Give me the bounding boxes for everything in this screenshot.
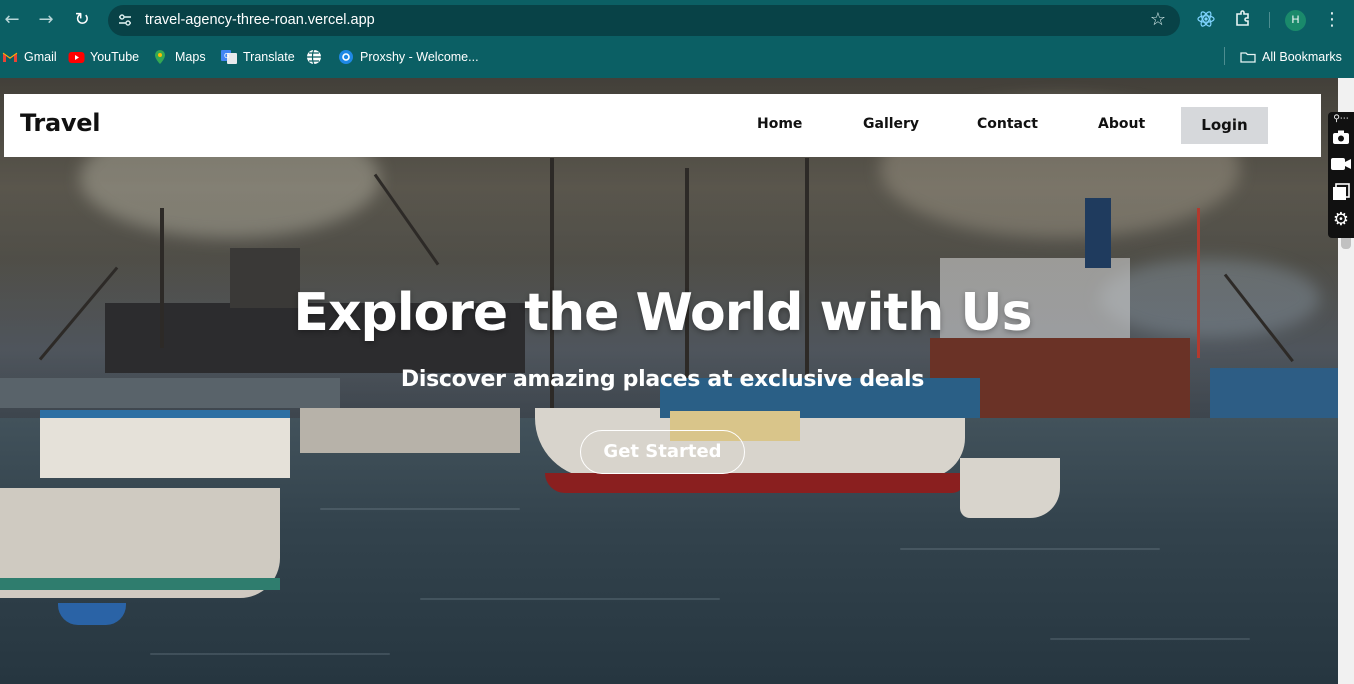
react-devtools-icon[interactable]: [1195, 9, 1217, 31]
bookmark-maps[interactable]: Maps: [153, 47, 206, 67]
url-text[interactable]: travel-agency-three-roan.vercel.app: [145, 12, 375, 29]
capture-extension-panel: ⚲⋯ ⚙: [1328, 112, 1354, 238]
hero-subtitle: Discover amazing places at exclusive dea…: [400, 367, 925, 392]
camera-icon[interactable]: [1331, 129, 1351, 149]
bookmark-globe[interactable]: [306, 47, 322, 67]
globe-icon: [306, 49, 322, 65]
all-bookmarks-button[interactable]: All Bookmarks: [1240, 47, 1342, 67]
translate-icon: G: [221, 49, 237, 65]
extensions-puzzle-icon[interactable]: [1232, 9, 1254, 31]
toolbar-divider: [1269, 12, 1270, 28]
get-started-button[interactable]: Get Started: [580, 430, 745, 474]
bookmark-youtube[interactable]: YouTube: [68, 47, 139, 67]
site-info-icon[interactable]: [116, 12, 134, 30]
bookmark-proxshy[interactable]: Proxshy - Welcome...: [338, 47, 479, 67]
address-bar[interactable]: travel-agency-three-roan.vercel.app ☆: [108, 5, 1180, 36]
maps-icon: [153, 49, 169, 65]
youtube-icon: [68, 49, 85, 65]
settings-gear-icon[interactable]: ⚙: [1331, 210, 1351, 230]
gmail-icon: [2, 49, 18, 65]
nav-home[interactable]: Home: [757, 116, 802, 132]
hero-title: Explore the World with Us: [293, 283, 1032, 343]
profile-avatar[interactable]: H: [1285, 10, 1306, 31]
site-navbar: Travel Home Gallery Contact About Login: [4, 94, 1321, 157]
bookmark-star-icon[interactable]: ☆: [1150, 10, 1166, 30]
reload-icon[interactable]: ↻: [70, 8, 94, 32]
forward-arrow-icon[interactable]: →: [34, 8, 58, 32]
panel-menu-icon[interactable]: ⚲⋯: [1331, 112, 1351, 126]
bookmarks-bar: Gmail YouTube Maps G Translate Proxshy -…: [0, 44, 1354, 70]
bookmark-translate[interactable]: G Translate: [221, 47, 295, 67]
browser-chrome: ← → ↻ travel-agency-three-roan.vercel.ap…: [0, 0, 1354, 78]
proxshy-icon: [338, 49, 354, 65]
nav-gallery[interactable]: Gallery: [863, 116, 919, 132]
svg-text:G: G: [224, 52, 229, 60]
browser-menu-icon[interactable]: ⋮: [1322, 9, 1342, 31]
page-viewport: Travel Home Gallery Contact About Login …: [0, 78, 1338, 684]
login-button[interactable]: Login: [1181, 107, 1268, 144]
nav-contact[interactable]: Contact: [977, 116, 1038, 132]
back-arrow-icon[interactable]: ←: [0, 8, 24, 32]
screenshot-window-icon[interactable]: [1331, 183, 1351, 203]
folder-icon: [1240, 49, 1256, 65]
site-logo[interactable]: Travel: [20, 109, 100, 137]
bookmarks-divider: [1224, 47, 1225, 65]
bookmark-gmail[interactable]: Gmail: [2, 47, 57, 67]
video-record-icon[interactable]: [1331, 156, 1351, 176]
browser-toolbar: ← → ↻ travel-agency-three-roan.vercel.ap…: [0, 0, 1354, 40]
nav-about[interactable]: About: [1098, 116, 1145, 132]
